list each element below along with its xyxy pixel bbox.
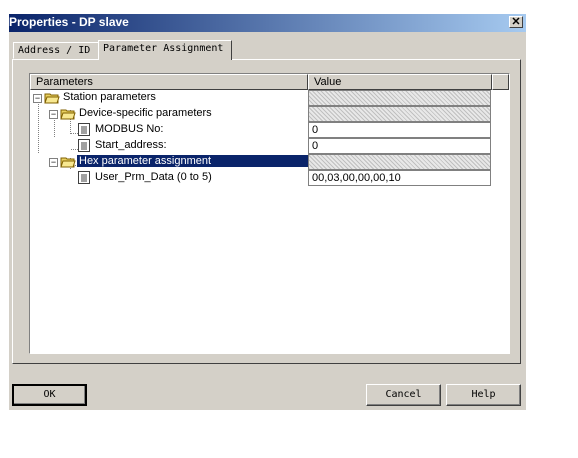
close-button[interactable]: ✕ (509, 16, 523, 28)
tree-row[interactable]: − Station parameters (30, 90, 510, 106)
document-icon (78, 123, 90, 136)
tab-panel: Parameters Value − Station parameters − … (12, 59, 521, 364)
collapse-toggle[interactable]: − (33, 94, 42, 103)
tree-label: Device-specific parameters (79, 107, 212, 119)
tree-label: MODBUS No: (95, 123, 164, 135)
tab-address-id[interactable]: Address / ID (13, 42, 99, 59)
tree-label: Station parameters (63, 91, 156, 103)
tab-parameter-assignment[interactable]: Parameter Assignment (98, 40, 232, 60)
cancel-button[interactable]: Cancel (366, 384, 441, 406)
column-header-filler (492, 74, 509, 90)
open-folder-icon (60, 109, 76, 120)
open-folder-icon (44, 93, 60, 104)
value-cell[interactable]: 0 (308, 138, 491, 154)
properties-dialog: Properties - DP slave ✕ Address / ID Par… (9, 14, 526, 410)
value-cell[interactable]: 00,03,00,00,00,10 (308, 170, 491, 186)
window-title: Properties - DP slave (9, 15, 129, 29)
value-cell[interactable]: 0 (308, 122, 491, 138)
column-header-parameters[interactable]: Parameters (30, 74, 308, 90)
value-cell (308, 106, 491, 122)
tree-label: Start_address: (95, 139, 167, 151)
tree-row[interactable]: User_Prm_Data (0 to 5) 00,03,00,00,00,10 (30, 170, 510, 186)
tree-row[interactable]: MODBUS No: 0 (30, 122, 510, 138)
ok-button[interactable]: OK (12, 384, 87, 406)
column-header-value[interactable]: Value (308, 74, 492, 90)
tree-row[interactable]: Start_address: 0 (30, 138, 510, 154)
value-cell (308, 90, 491, 106)
document-icon (78, 139, 90, 152)
parameter-grid: Parameters Value − Station parameters − … (29, 73, 510, 354)
title-bar[interactable]: Properties - DP slave ✕ (9, 14, 526, 32)
value-cell (308, 154, 491, 170)
tree-row[interactable]: − Device-specific parameters (30, 106, 510, 122)
open-folder-icon (60, 157, 76, 168)
document-icon (78, 171, 90, 184)
tree-label: User_Prm_Data (0 to 5) (95, 171, 212, 183)
collapse-toggle[interactable]: − (49, 158, 58, 167)
tab-bar: Address / ID Parameter Assignment (9, 40, 526, 60)
help-button[interactable]: Help (446, 384, 521, 406)
tree-row[interactable]: − Hex parameter assignment (30, 154, 510, 170)
collapse-toggle[interactable]: − (49, 110, 58, 119)
tree-label-selected: Hex parameter assignment (77, 155, 308, 167)
